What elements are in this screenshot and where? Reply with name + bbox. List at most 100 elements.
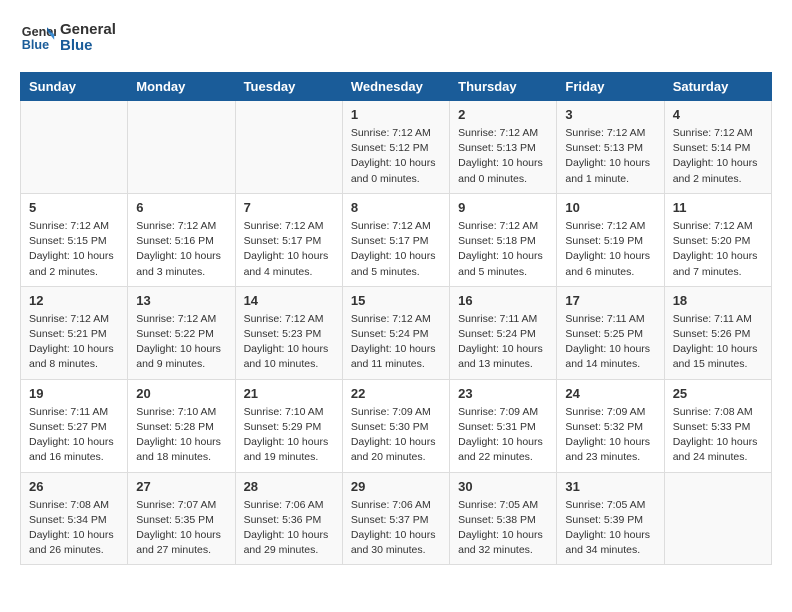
day-info: Sunrise: 7:12 AMSunset: 5:13 PMDaylight:… — [565, 126, 655, 187]
day-cell: 12 Sunrise: 7:12 AMSunset: 5:21 PMDayligh… — [21, 286, 128, 379]
day-cell: 6Sunrise: 7:12 AMSunset: 5:16 PMDaylight… — [128, 193, 235, 286]
day-number: 5 — [29, 200, 119, 215]
day-info: Sunrise: 7:08 AMSunset: 5:34 PMDaylight:… — [29, 498, 119, 559]
day-cell: 30 Sunrise: 7:05 AMSunset: 5:38 PMDayligh… — [450, 472, 557, 565]
week-row-4: 26 Sunrise: 7:08 AMSunset: 5:34 PMDayligh… — [21, 472, 772, 565]
day-number: 15 — [351, 293, 441, 308]
day-cell: 27Sunrise: 7:07 AMSunset: 5:35 PMDayligh… — [128, 472, 235, 565]
day-number: 16 — [458, 293, 548, 308]
day-number: 21 — [244, 386, 334, 401]
day-cell — [235, 101, 342, 194]
page-header: General Blue General Blue — [20, 20, 772, 56]
day-cell: 14 Sunrise: 7:12 AMSunset: 5:23 PMDayligh… — [235, 286, 342, 379]
day-info: Sunrise: 7:09 AMSunset: 5:30 PMDaylight:… — [351, 405, 441, 466]
logo-icon: General Blue — [20, 20, 56, 56]
day-info: Sunrise: 7:11 AMSunset: 5:24 PMDaylight:… — [458, 312, 548, 373]
header-wednesday: Wednesday — [342, 73, 449, 101]
day-number: 3 — [565, 107, 655, 122]
day-cell: 15Sunrise: 7:12 AMSunset: 5:24 PMDayligh… — [342, 286, 449, 379]
week-row-3: 19Sunrise: 7:11 AMSunset: 5:27 PMDayligh… — [21, 379, 772, 472]
day-cell: 4 Sunrise: 7:12 AMSunset: 5:14 PMDaylight… — [664, 101, 771, 194]
day-number: 11 — [673, 200, 763, 215]
day-cell: 16 Sunrise: 7:11 AMSunset: 5:24 PMDayligh… — [450, 286, 557, 379]
day-info: Sunrise: 7:10 AMSunset: 5:29 PMDaylight:… — [244, 405, 334, 466]
day-cell — [664, 472, 771, 565]
day-info: Sunrise: 7:09 AMSunset: 5:32 PMDaylight:… — [565, 405, 655, 466]
day-cell: 21 Sunrise: 7:10 AMSunset: 5:29 PMDayligh… — [235, 379, 342, 472]
header-thursday: Thursday — [450, 73, 557, 101]
logo: General Blue General Blue — [20, 20, 116, 56]
day-cell: 3 Sunrise: 7:12 AMSunset: 5:13 PMDaylight… — [557, 101, 664, 194]
day-number: 31 — [565, 479, 655, 494]
day-number: 9 — [458, 200, 548, 215]
calendar-table: SundayMondayTuesdayWednesdayThursdayFrid… — [20, 72, 772, 565]
day-cell: 10 Sunrise: 7:12 AMSunset: 5:19 PMDayligh… — [557, 193, 664, 286]
day-info: Sunrise: 7:05 AMSunset: 5:38 PMDaylight:… — [458, 498, 548, 559]
day-number: 30 — [458, 479, 548, 494]
day-cell: 23 Sunrise: 7:09 AMSunset: 5:31 PMDayligh… — [450, 379, 557, 472]
day-info: Sunrise: 7:12 AMSunset: 5:13 PMDaylight:… — [458, 126, 548, 187]
header-saturday: Saturday — [664, 73, 771, 101]
day-cell: 26 Sunrise: 7:08 AMSunset: 5:34 PMDayligh… — [21, 472, 128, 565]
day-info: Sunrise: 7:12 AMSunset: 5:19 PMDaylight:… — [565, 219, 655, 280]
day-number: 20 — [136, 386, 226, 401]
week-row-0: 1Sunrise: 7:12 AMSunset: 5:12 PMDaylight… — [21, 101, 772, 194]
day-number: 12 — [29, 293, 119, 308]
day-number: 23 — [458, 386, 548, 401]
header-tuesday: Tuesday — [235, 73, 342, 101]
header-sunday: Sunday — [21, 73, 128, 101]
day-number: 29 — [351, 479, 441, 494]
day-number: 17 — [565, 293, 655, 308]
day-info: Sunrise: 7:12 AMSunset: 5:14 PMDaylight:… — [673, 126, 763, 187]
day-cell: 24 Sunrise: 7:09 AMSunset: 5:32 PMDayligh… — [557, 379, 664, 472]
day-cell: 2 Sunrise: 7:12 AMSunset: 5:13 PMDaylight… — [450, 101, 557, 194]
day-info: Sunrise: 7:08 AMSunset: 5:33 PMDaylight:… — [673, 405, 763, 466]
day-number: 10 — [565, 200, 655, 215]
day-cell: 5 Sunrise: 7:12 AMSunset: 5:15 PMDaylight… — [21, 193, 128, 286]
svg-text:Blue: Blue — [22, 38, 49, 52]
day-info: Sunrise: 7:12 AMSunset: 5:17 PMDaylight:… — [244, 219, 334, 280]
day-cell: 20 Sunrise: 7:10 AMSunset: 5:28 PMDayligh… — [128, 379, 235, 472]
day-info: Sunrise: 7:11 AMSunset: 5:26 PMDaylight:… — [673, 312, 763, 373]
day-cell: 25 Sunrise: 7:08 AMSunset: 5:33 PMDayligh… — [664, 379, 771, 472]
day-info: Sunrise: 7:12 AMSunset: 5:17 PMDaylight:… — [351, 219, 441, 280]
day-info: Sunrise: 7:10 AMSunset: 5:28 PMDaylight:… — [136, 405, 226, 466]
day-number: 2 — [458, 107, 548, 122]
day-info: Sunrise: 7:09 AMSunset: 5:31 PMDaylight:… — [458, 405, 548, 466]
day-cell: 11Sunrise: 7:12 AMSunset: 5:20 PMDayligh… — [664, 193, 771, 286]
day-info: Sunrise: 7:12 AMSunset: 5:23 PMDaylight:… — [244, 312, 334, 373]
day-number: 26 — [29, 479, 119, 494]
day-info: Sunrise: 7:06 AMSunset: 5:37 PMDaylight:… — [351, 498, 441, 559]
day-info: Sunrise: 7:05 AMSunset: 5:39 PMDaylight:… — [565, 498, 655, 559]
day-number: 1 — [351, 107, 441, 122]
day-info: Sunrise: 7:12 AMSunset: 5:16 PMDaylight:… — [136, 219, 226, 280]
day-number: 8 — [351, 200, 441, 215]
header-monday: Monday — [128, 73, 235, 101]
day-number: 19 — [29, 386, 119, 401]
day-cell: 13 Sunrise: 7:12 AMSunset: 5:22 PMDayligh… — [128, 286, 235, 379]
day-cell: 1Sunrise: 7:12 AMSunset: 5:12 PMDaylight… — [342, 101, 449, 194]
day-cell: 18 Sunrise: 7:11 AMSunset: 5:26 PMDayligh… — [664, 286, 771, 379]
day-number: 4 — [673, 107, 763, 122]
logo-blue: Blue — [60, 38, 116, 55]
day-cell: 31 Sunrise: 7:05 AMSunset: 5:39 PMDayligh… — [557, 472, 664, 565]
day-cell: 29 Sunrise: 7:06 AMSunset: 5:37 PMDayligh… — [342, 472, 449, 565]
day-number: 27 — [136, 479, 226, 494]
day-number: 24 — [565, 386, 655, 401]
day-cell: 17 Sunrise: 7:11 AMSunset: 5:25 PMDayligh… — [557, 286, 664, 379]
day-cell: 9 Sunrise: 7:12 AMSunset: 5:18 PMDaylight… — [450, 193, 557, 286]
week-row-1: 5 Sunrise: 7:12 AMSunset: 5:15 PMDaylight… — [21, 193, 772, 286]
day-number: 25 — [673, 386, 763, 401]
day-info: Sunrise: 7:12 AMSunset: 5:18 PMDaylight:… — [458, 219, 548, 280]
day-number: 18 — [673, 293, 763, 308]
day-info: Sunrise: 7:12 AMSunset: 5:21 PMDaylight:… — [29, 312, 119, 373]
calendar-header-row: SundayMondayTuesdayWednesdayThursdayFrid… — [21, 73, 772, 101]
day-info: Sunrise: 7:12 AMSunset: 5:15 PMDaylight:… — [29, 219, 119, 280]
day-cell: 7Sunrise: 7:12 AMSunset: 5:17 PMDaylight… — [235, 193, 342, 286]
day-cell: 19Sunrise: 7:11 AMSunset: 5:27 PMDayligh… — [21, 379, 128, 472]
day-info: Sunrise: 7:12 AMSunset: 5:22 PMDaylight:… — [136, 312, 226, 373]
day-cell — [128, 101, 235, 194]
day-info: Sunrise: 7:11 AMSunset: 5:25 PMDaylight:… — [565, 312, 655, 373]
day-number: 13 — [136, 293, 226, 308]
day-number: 14 — [244, 293, 334, 308]
